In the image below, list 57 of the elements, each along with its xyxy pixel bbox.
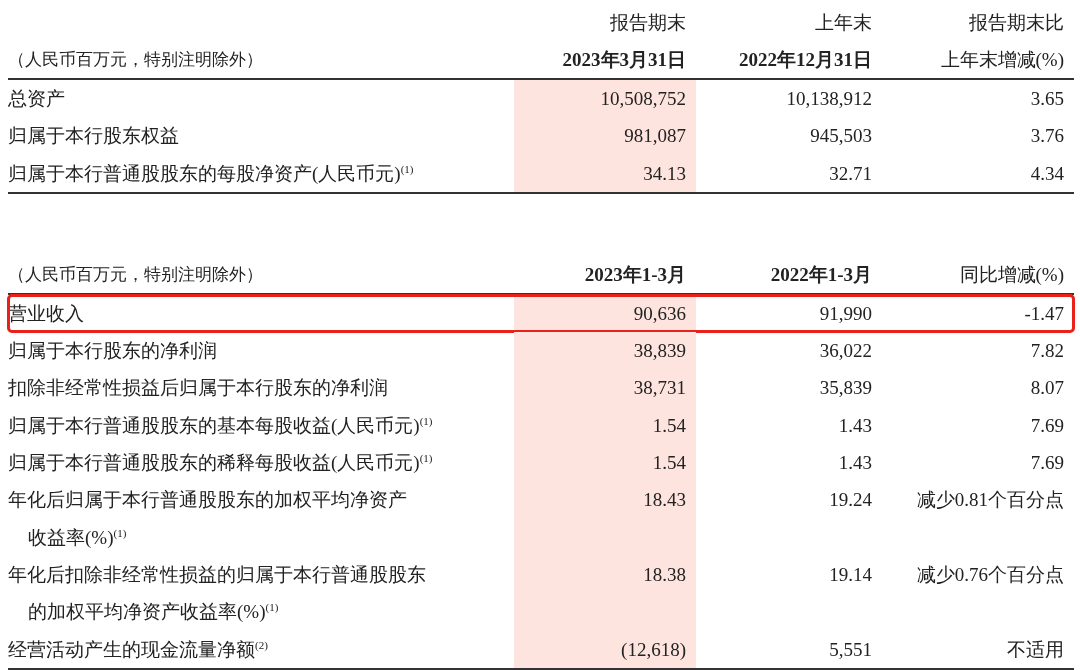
table-cell-text: 35,839	[818, 376, 873, 401]
column-header: 上年末增减(%)	[940, 48, 1064, 72]
table-cell-text: 3.65	[1029, 87, 1065, 111]
table-cell: 90,636	[514, 294, 696, 333]
table-cell-text: 7.69	[1029, 413, 1065, 438]
table-cell-text: 1.43	[837, 413, 873, 438]
row-label: 归属于本行普通股股东的稀释每股收益(人民币元)$^{(1)}$	[8, 451, 434, 476]
column-header: 2022年1-3月	[770, 262, 872, 287]
table-cell: 1.54	[514, 444, 696, 482]
table-cell: 38,731	[514, 369, 696, 407]
table-cell-text: 32.71	[828, 161, 873, 186]
table-cell-text: 不适用	[1006, 637, 1065, 662]
table-cell-text: 19.24	[828, 488, 873, 513]
row-label: 年化后归属于本行普通股股东的加权平均净资产	[8, 488, 408, 513]
unit-note: （人民币百万元，特别注明除外）	[8, 49, 264, 71]
table-cell: 38,839	[514, 332, 696, 370]
table-cell-text: 3.76	[1029, 124, 1065, 149]
row-label: 的加权平均净资产收益率(%)$^{(1)}$	[27, 600, 280, 625]
row-label: 归属于本行股东的净利润	[8, 339, 218, 364]
row-label: 收益率(%)$^{(1)}$	[27, 525, 128, 550]
table-cell-text: 36,022	[818, 339, 873, 364]
column-header: 报告期末	[610, 11, 686, 35]
unit-note: （人民币百万元，特别注明除外）	[8, 263, 264, 286]
table-cell: 981,087	[514, 117, 696, 155]
table-cell-text: 减少0.76个百分点	[915, 562, 1065, 587]
column-header: 同比增减(%)	[959, 262, 1064, 287]
column-header: 2023年3月31日	[562, 48, 686, 72]
table-cell-text: 7.82	[1029, 339, 1065, 364]
row-label: 年化后扣除非经常性损益的归属于本行普通股股东	[8, 562, 427, 587]
table-cell-text: 1.43	[837, 451, 873, 476]
table-cell-text: -1.47	[1023, 301, 1065, 326]
table-cell-text: 19.14	[828, 562, 873, 587]
row-label: 扣除非经常性损益后归属于本行股东的净利润	[8, 376, 389, 401]
table-cell-text: 4.34	[1029, 161, 1065, 186]
table-cell-text: 10,138,912	[785, 87, 873, 111]
table-cell-text: 8.07	[1029, 376, 1065, 401]
column-header: 2022年12月31日	[739, 48, 872, 72]
table-cell-text: 7.69	[1029, 451, 1065, 476]
row-label: 总资产	[8, 87, 66, 111]
row-label: 归属于本行普通股股东的基本每股收益(人民币元)$^{(1)}$	[8, 413, 434, 438]
table-cell: 18.43	[514, 481, 696, 556]
table-cell-text: 减少0.81个百分点	[915, 488, 1065, 513]
table-cell: 18.38	[514, 555, 696, 631]
row-label: 归属于本行股东权益	[8, 124, 180, 149]
table-cell-text: 91,990	[818, 301, 873, 326]
column-header: 报告期末比	[969, 11, 1064, 35]
column-header: 2023年1-3月	[584, 262, 686, 287]
row-label: 经营活动产生的现金流量净额$^{(2)}$	[8, 637, 269, 662]
table-cell: 34.13	[514, 154, 696, 192]
row-label: 营业收入	[8, 301, 85, 326]
table-cell: 10,508,752	[514, 80, 696, 118]
table-cell-text: 945,503	[809, 124, 873, 149]
row-label: 归属于本行普通股股东的每股净资产(人民币元)$^{(1)}$	[8, 161, 415, 186]
table-cell: (12,618)	[514, 630, 696, 668]
table-cell-text: 5,551	[828, 637, 873, 662]
table-cell: 1.54	[514, 406, 696, 445]
column-header: 上年末	[815, 11, 872, 35]
